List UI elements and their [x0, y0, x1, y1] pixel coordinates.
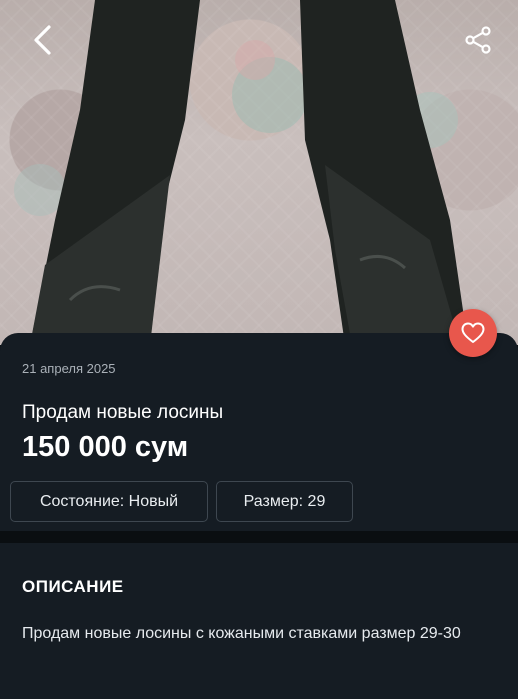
- description-heading: ОПИСАНИЕ: [22, 577, 124, 596]
- section-divider: [0, 531, 518, 543]
- size-chip: Размер: 29: [216, 481, 353, 522]
- size-chip-label: Размер: 29: [243, 492, 326, 510]
- share-button[interactable]: [458, 20, 498, 60]
- leggings-illustration: [14, 0, 468, 345]
- share-icon: [465, 26, 491, 54]
- description-section: [0, 543, 518, 699]
- chevron-left-icon: [34, 25, 51, 55]
- favorite-button[interactable]: [449, 309, 497, 357]
- condition-chip-label: Состояние: Новый: [39, 492, 179, 510]
- heart-icon: [461, 322, 485, 343]
- listing-price: 150 000 сум: [22, 431, 189, 463]
- product-photo[interactable]: [0, 0, 518, 345]
- back-button[interactable]: [24, 22, 60, 58]
- description-text: Продам новые лосины с кожаными ставками …: [22, 625, 461, 642]
- listing-date: 21 апреля 2025: [22, 361, 116, 376]
- condition-chip: Состояние: Новый: [10, 481, 208, 522]
- listing-title: Продам новые лосины: [22, 402, 224, 423]
